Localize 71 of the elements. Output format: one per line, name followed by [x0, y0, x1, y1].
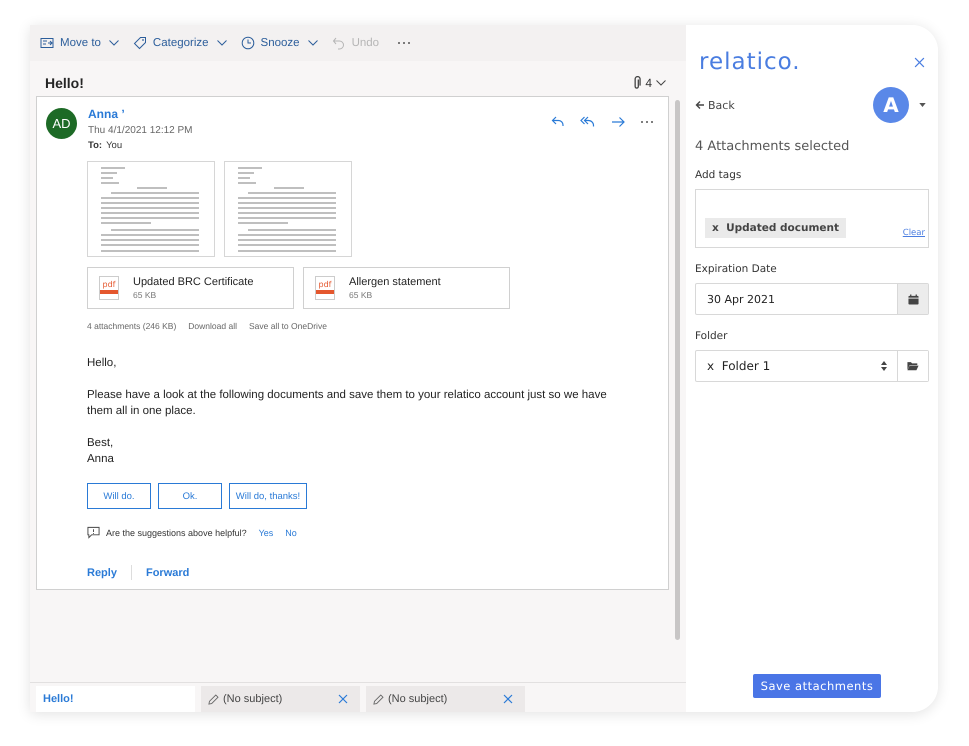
- attachment-card[interactable]: pdf Allergen statement 65 KB: [303, 267, 510, 309]
- field-label: Add tags: [695, 169, 742, 181]
- user-avatar[interactable]: A: [873, 87, 909, 123]
- toolbar-button[interactable]: Snooze: [240, 36, 318, 50]
- suggested-reply-button[interactable]: Will do.: [87, 483, 151, 509]
- attachment-card[interactable]: pdf Updated BRC Certificate 65 KB: [87, 267, 294, 309]
- attachment-name: Allergen statement: [349, 276, 441, 288]
- caret-down-icon[interactable]: [919, 103, 926, 107]
- compose-tab[interactable]: (No subject): [201, 686, 360, 712]
- paperclip-icon: [633, 76, 642, 90]
- more-options-icon[interactable]: [397, 41, 412, 45]
- body-paragraph: Hello,: [87, 356, 118, 371]
- pencil-icon: [208, 694, 219, 704]
- panel-heading: 4 Attachments selected: [695, 139, 850, 154]
- reply-icon[interactable]: [551, 115, 565, 129]
- yes-link[interactable]: Yes: [258, 528, 274, 538]
- reply-action-button[interactable]: Reply: [87, 566, 117, 578]
- document-thumbnail-drawing[interactable]: [87, 161, 215, 257]
- pencil-icon: [373, 694, 384, 704]
- email-subject: Hello!: [45, 75, 84, 91]
- attachment-size: 65 KB: [349, 290, 374, 300]
- pdf-file-icon: pdf: [99, 276, 119, 300]
- close-icon[interactable]: [338, 694, 348, 704]
- field-label: Folder: [695, 330, 728, 342]
- forward-icon[interactable]: [611, 115, 625, 129]
- attachment-name: Updated BRC Certificate: [133, 276, 254, 288]
- close-icon[interactable]: [914, 56, 925, 68]
- chevron-down-icon: [108, 40, 119, 46]
- tags-field[interactable]: x Updated document Clear: [695, 189, 929, 248]
- chevron-down-icon: [216, 40, 227, 46]
- close-icon[interactable]: [503, 694, 513, 704]
- no-link[interactable]: No: [285, 528, 297, 538]
- attachment-count: 4: [645, 76, 652, 90]
- attachments-summary: 4 attachments (246 KB): [87, 321, 176, 331]
- tag-icon: [132, 36, 147, 50]
- body-paragraph: Best, Anna: [87, 436, 115, 467]
- toolbar-button[interactable]: Move to: [40, 36, 119, 50]
- sender-name[interactable]: Anna ʼ: [88, 107, 551, 121]
- sender-avatar: AD: [46, 108, 77, 139]
- save-attachments-button[interactable]: Save attachments: [752, 674, 882, 698]
- toolbar-button[interactable]: Categorize: [132, 36, 227, 50]
- tag-chip[interactable]: x Updated document: [705, 218, 846, 238]
- suggested-reply-button[interactable]: Ok.: [158, 483, 222, 509]
- clock-icon: [240, 36, 255, 50]
- download-all-link[interactable]: Download all: [188, 321, 237, 331]
- move-icon: [40, 36, 54, 50]
- attachment-size: 65 KB: [133, 290, 158, 300]
- reply-action-button[interactable]: Forward: [146, 566, 190, 578]
- message-date: Thu 4/1/2021 12:12 PM: [88, 125, 194, 136]
- save-all-link[interactable]: Save all to OneDrive: [248, 321, 327, 331]
- reply-all-icon[interactable]: [580, 115, 596, 129]
- suggested-reply-button[interactable]: Will do, thanks!: [229, 483, 307, 509]
- back-button[interactable]: Back: [695, 98, 735, 112]
- recipient: You: [106, 140, 122, 151]
- clear-link[interactable]: Clear: [902, 228, 925, 238]
- field-label: Expiration Date: [695, 263, 778, 275]
- document-thumbnail-drawing[interactable]: [224, 161, 352, 257]
- undo-icon: [332, 36, 346, 50]
- compose-tab[interactable]: (No subject): [366, 686, 525, 712]
- compose-tab[interactable]: Hello!: [36, 686, 195, 712]
- pdf-file-icon: pdf: [315, 276, 335, 300]
- arrow-left-icon: [695, 100, 705, 110]
- feedback-icon: [87, 526, 100, 539]
- scrollbar[interactable]: [675, 100, 680, 640]
- chevron-down-icon: [308, 40, 318, 46]
- more-options-icon[interactable]: [640, 120, 654, 124]
- chevron-down-icon[interactable]: [656, 80, 666, 86]
- relatico-logo: relatico.: [699, 49, 801, 75]
- body-paragraph: Please have a look at the following documents and save them to your relatico account just so we have them all in one place.: [87, 388, 608, 419]
- to-label: To:: [88, 140, 102, 151]
- feedback-question: Are the suggestions above helpful?: [106, 528, 247, 538]
